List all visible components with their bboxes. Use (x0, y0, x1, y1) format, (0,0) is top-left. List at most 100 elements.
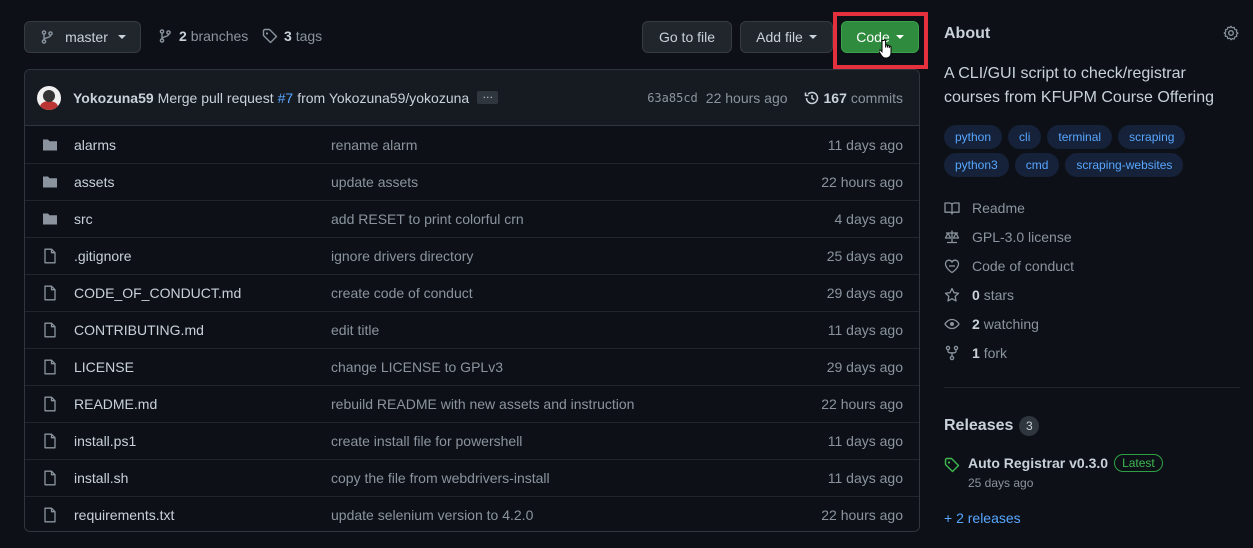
file-commit-date: 11 days ago (827, 136, 903, 153)
topic-tag[interactable]: python (944, 125, 1003, 149)
more-releases-link[interactable]: + 2 releases (944, 510, 1021, 526)
tags-link[interactable]: 3 tags (262, 28, 322, 44)
file-commit-message-link[interactable]: create code of conduct (331, 285, 827, 301)
file-name-link[interactable]: CONTRIBUTING.md (74, 322, 331, 338)
code-of-conduct-link[interactable]: Code of conduct (944, 258, 1074, 274)
gear-icon[interactable] (1223, 25, 1239, 41)
go-to-file-label: Go to file (658, 29, 716, 45)
commit-pr-link[interactable]: #7 (278, 90, 294, 106)
readme-link[interactable]: Readme (944, 200, 1025, 216)
sidebar-divider (944, 387, 1240, 388)
avatar[interactable] (37, 85, 61, 110)
file-row[interactable]: README.md rebuild README with new assets … (25, 385, 919, 422)
code-of-conduct-icon (944, 259, 960, 274)
folder-icon (42, 137, 58, 153)
chevron-down-icon (808, 35, 817, 39)
file-name-link[interactable]: install.ps1 (74, 433, 331, 449)
topic-tag[interactable]: scraping (1118, 125, 1186, 149)
file-commit-date: 22 hours ago (821, 396, 903, 412)
topic-tag[interactable]: terminal (1047, 125, 1113, 149)
file-row[interactable]: assets update assets 22 hours ago (25, 163, 919, 200)
file-row[interactable]: install.sh copy the file from webdrivers-… (25, 459, 919, 496)
fork-count: 1 (972, 345, 980, 361)
topic-tag[interactable]: cmd (1014, 153, 1060, 177)
file-commit-date: 4 days ago (834, 211, 904, 227)
file-name-link[interactable]: alarms (74, 137, 331, 153)
file-icon (42, 322, 58, 338)
file-icon (42, 248, 58, 264)
branches-label: branches (190, 28, 249, 44)
license-link[interactable]: GPL-3.0 license (944, 229, 1072, 245)
file-name-link[interactable]: .gitignore (74, 248, 331, 264)
file-name-link[interactable]: README.md (74, 396, 331, 412)
fork-label: fork (983, 345, 1008, 361)
file-row[interactable]: alarms rename alarm 11 days ago (25, 126, 919, 163)
commit-author-link[interactable]: Yokozuna59 (73, 90, 154, 106)
releases-heading[interactable]: Releases 3 (944, 416, 1040, 436)
folder-icon (42, 174, 58, 190)
add-file-label: Add file (756, 29, 803, 45)
branch-select-button[interactable]: master (24, 21, 141, 53)
file-icon (42, 396, 58, 412)
file-commit-message-link[interactable]: change LICENSE to GPLv3 (331, 359, 827, 375)
readme-label: Readme (972, 200, 1025, 216)
chevron-down-icon (117, 35, 126, 39)
file-name-link[interactable]: install.sh (74, 470, 331, 486)
stars-link[interactable]: 0 stars (944, 287, 1014, 303)
file-row[interactable]: .gitignore ignore drivers directory 25 day… (25, 237, 919, 274)
file-commit-message-link[interactable]: copy the file from webdrivers-install (331, 470, 828, 486)
file-commit-message-link[interactable]: edit title (331, 322, 828, 338)
file-name-link[interactable]: src (74, 211, 331, 227)
tag-icon (262, 28, 278, 44)
commit-expand-button[interactable]: … (477, 90, 499, 104)
file-row[interactable]: CODE_OF_CONDUCT.md create code of conduct… (25, 274, 919, 311)
topic-tag[interactable]: scraping-websites (1065, 153, 1184, 177)
folder-icon (42, 211, 58, 227)
commit-message-prefix[interactable]: Merge pull request (158, 90, 274, 106)
file-commit-message-link[interactable]: update selenium version to 4.2.0 (331, 507, 821, 523)
add-file-button[interactable]: Add file (740, 21, 833, 53)
forks-link[interactable]: 1 fork (944, 345, 1007, 361)
file-commit-date: 29 days ago (826, 285, 903, 301)
file-commit-date: 22 hours ago (821, 507, 903, 523)
file-commit-message-link[interactable]: create install file for powershell (331, 433, 828, 449)
watchers-link[interactable]: 2 watching (944, 316, 1039, 332)
file-name-link[interactable]: requirements.txt (74, 507, 331, 523)
file-name-link[interactable]: LICENSE (74, 359, 331, 375)
history-icon (804, 91, 818, 105)
file-commit-date: 11 days ago (827, 470, 903, 486)
commits-history-link[interactable]: 167 commits (804, 90, 903, 106)
file-list: alarms rename alarm 11 days ago assets updat… (25, 126, 919, 531)
file-name-link[interactable]: CODE_OF_CONDUCT.md (74, 285, 331, 301)
file-row[interactable]: install.ps1 create install file for power… (25, 422, 919, 459)
file-commit-message-link[interactable]: add RESET to print colorful crn (331, 211, 835, 227)
git-branch-icon (159, 29, 171, 43)
watching-count: 2 (972, 316, 980, 332)
eye-icon (944, 318, 960, 330)
file-row[interactable]: requirements.txt update selenium version … (25, 496, 919, 531)
repo-forked-icon (945, 345, 959, 361)
file-commit-message-link[interactable]: rebuild README with new assets and instr… (331, 396, 821, 412)
topic-tag[interactable]: python3 (944, 153, 1009, 177)
commit-sha-link[interactable]: 63a85cd (647, 91, 698, 105)
file-row[interactable]: CONTRIBUTING.md edit title 11 days ago (25, 311, 919, 348)
topics-list: python cli terminal scraping python3 cmd scrap… (944, 125, 1244, 181)
release-date: 25 days ago (968, 476, 1034, 490)
latest-badge: Latest (1114, 454, 1163, 472)
file-commit-message-link[interactable]: rename alarm (331, 137, 828, 153)
release-name-link[interactable]: Auto Registrar v0.3.0 (968, 455, 1108, 471)
watching-label: watching (983, 316, 1039, 332)
topic-tag[interactable]: cli (1008, 125, 1042, 149)
file-name-link[interactable]: assets (74, 174, 331, 190)
star-icon (944, 287, 960, 302)
file-commit-message-link[interactable]: ignore drivers directory (331, 248, 827, 264)
file-row[interactable]: src add RESET to print colorful crn 4 days… (25, 200, 919, 237)
file-commit-message-link[interactable]: update assets (331, 174, 821, 190)
latest-release[interactable]: Auto Registrar v0.3.0 Latest 25 days ago (944, 454, 1163, 490)
commit-message-suffix[interactable]: from Yokozuna59/yokozuna (297, 90, 469, 106)
go-to-file-button[interactable]: Go to file (642, 21, 732, 53)
file-commit-date: 22 hours ago (821, 174, 903, 190)
branches-link[interactable]: 2 branches (157, 28, 248, 44)
file-row[interactable]: LICENSE change LICENSE to GPLv3 29 days ag… (25, 348, 919, 385)
hand-cursor-icon (879, 39, 892, 59)
